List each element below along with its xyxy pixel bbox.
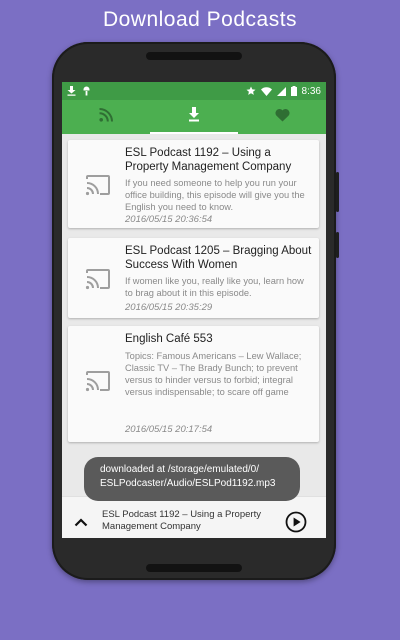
download-notification-icon (67, 86, 76, 96)
promo-title: Download Podcasts (102, 8, 298, 31)
cast-icon[interactable] (85, 174, 111, 196)
player-title: ESL Podcast 1192 – Using a Property Mana… (102, 509, 261, 532)
download-toast: downloaded at /storage/emulated/0/ ESLPo… (84, 457, 300, 501)
star-icon (246, 86, 256, 96)
tab-favorites[interactable] (238, 100, 326, 134)
episode-title: ESL Podcast 1192 – Using a Property Mana… (125, 147, 292, 173)
episode-card[interactable]: English Café 553 Topics: Famous American… (68, 326, 319, 442)
episode-description: If women like you, really like you, lear… (125, 276, 304, 298)
episode-date: 2016/05/15 20:36:54 (125, 214, 213, 225)
chevron-up-icon[interactable] (74, 514, 88, 532)
episode-date: 2016/05/15 20:35:29 (125, 302, 213, 313)
rss-icon (99, 107, 113, 127)
tab-downloads[interactable] (150, 100, 238, 134)
android-debug-icon (82, 86, 91, 96)
top-speaker (146, 52, 242, 60)
tab-bar (62, 100, 326, 134)
episode-list[interactable]: ESL Podcast 1192 – Using a Property Mana… (62, 134, 326, 450)
phone-screen: 8:36 ESL Podcast 1192 – Using a Property… (62, 82, 326, 538)
wifi-icon (260, 86, 272, 96)
play-button[interactable] (285, 511, 307, 538)
power-button (336, 232, 339, 258)
episode-card[interactable]: ESL Podcast 1192 – Using a Property Mana… (68, 140, 319, 228)
episode-description: Topics: Famous Americans – Lew Wallace; … (125, 351, 302, 397)
phone-frame: 8:36 ESL Podcast 1192 – Using a Property… (52, 42, 339, 580)
cast-icon[interactable] (85, 370, 111, 392)
episode-card[interactable]: ESL Podcast 1205 – Bragging About Succes… (68, 238, 319, 318)
toast-line: ESLPodcaster/Audio/ESLPod1192.mp3 (100, 478, 276, 489)
tab-feeds[interactable] (62, 100, 150, 134)
volume-button (336, 172, 339, 212)
episode-description: If you need someone to help you run your… (125, 178, 305, 212)
download-icon (187, 107, 201, 127)
cast-icon[interactable] (85, 268, 111, 290)
clock-time: 8:36 (301, 85, 321, 97)
episode-title: English Café 553 (125, 333, 213, 345)
battery-icon (290, 86, 297, 96)
signal-icon (276, 86, 286, 96)
episode-title: ESL Podcast 1205 – Bragging About Succes… (125, 245, 312, 271)
status-bar: 8:36 (62, 82, 326, 100)
mini-player[interactable]: ESL Podcast 1192 – Using a Property Mana… (62, 496, 326, 538)
heart-icon (274, 108, 290, 127)
bottom-speaker (146, 564, 242, 572)
toast-line: downloaded at /storage/emulated/0/ (100, 464, 259, 475)
episode-date: 2016/05/15 20:17:54 (125, 424, 213, 435)
